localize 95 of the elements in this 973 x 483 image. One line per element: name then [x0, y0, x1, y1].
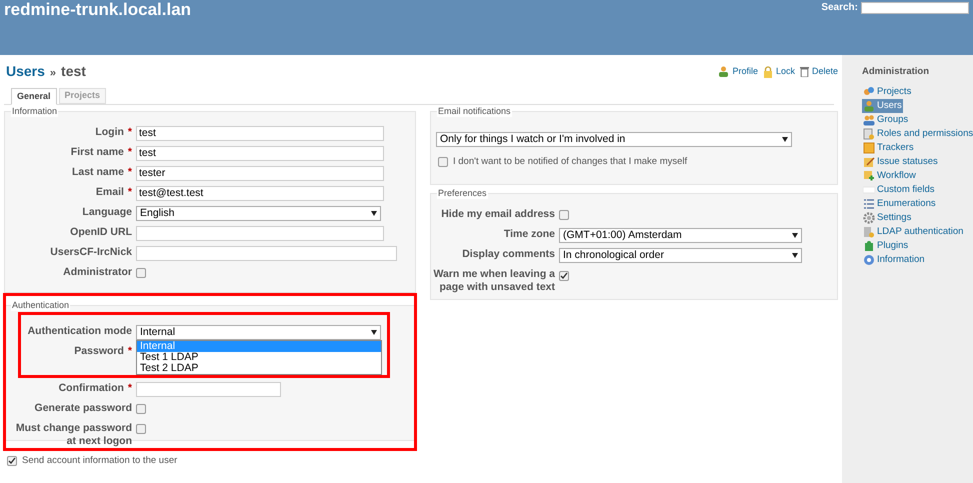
document-icon: [863, 128, 875, 140]
select-field[interactable]: Only for things I watch or I'm involved in: [436, 132, 792, 147]
field-label: Time zone: [504, 228, 555, 241]
action-link[interactable]: Delete: [812, 64, 838, 78]
checkbox[interactable]: [136, 404, 146, 414]
field-label: Confirmation: [58, 382, 124, 395]
sidebar-link[interactable]: Enumerations: [862, 197, 937, 212]
sidebar-title: Administration: [862, 65, 930, 79]
square-icon: [863, 142, 875, 154]
action-link[interactable]: Lock: [776, 64, 795, 78]
checkbox-label: I don't want to be notified of changes that I make myself: [453, 155, 688, 169]
sidebar-link[interactable]: Groups: [862, 113, 910, 128]
sidebar-link[interactable]: Trackers: [862, 141, 915, 156]
field-label: First name: [70, 146, 124, 159]
sidebar-link[interactable]: Users: [862, 99, 903, 114]
fieldset-legend: Preferences: [437, 187, 488, 199]
field-label: UsersCF-IrcNick: [50, 246, 132, 259]
sidebar-link[interactable]: Information: [862, 253, 926, 268]
caret-icon: [782, 137, 788, 142]
tab[interactable]: General: [11, 88, 57, 105]
field-label: Language: [82, 206, 132, 219]
select-field[interactable]: Internal: [136, 325, 381, 340]
field-label: Generate password: [34, 402, 132, 415]
sidebar-link[interactable]: Projects: [862, 85, 912, 100]
input-field[interactable]: test: [136, 126, 384, 141]
square-icon: [863, 170, 875, 182]
checkbox[interactable]: [438, 157, 448, 168]
input-field[interactable]: [136, 246, 397, 261]
field-label: OpenID URL: [70, 226, 132, 239]
caret-icon: [371, 330, 377, 335]
info-icon: [863, 254, 875, 266]
trash-icon: [800, 66, 809, 77]
sidebar-link[interactable]: Workflow: [862, 169, 917, 184]
checkbox-label: Send account information to the user: [22, 454, 178, 468]
sidebar-link[interactable]: Plugins: [862, 239, 910, 254]
caret-icon: [792, 253, 798, 258]
caret-icon: [792, 233, 798, 238]
input-field[interactable]: test@test.test: [136, 186, 384, 201]
field-label: Must change password at next logon: [14, 422, 132, 448]
sidebar-link[interactable]: Settings: [862, 211, 912, 226]
search-field[interactable]: [861, 2, 969, 14]
dropdown-option[interactable]: Test 1 LDAP: [137, 352, 381, 363]
breadcrumb-separator: »: [50, 66, 56, 81]
search-label: Search:: [821, 1, 858, 15]
select-field[interactable]: In chronological order: [559, 248, 802, 263]
input-field[interactable]: [136, 226, 384, 241]
input-field[interactable]: tester: [136, 166, 384, 181]
action-link[interactable]: Profile: [732, 64, 758, 78]
person-icon: [863, 100, 875, 112]
required-mark: *: [128, 382, 132, 395]
checkbox[interactable]: [136, 424, 146, 434]
site-title: redmine-trunk.local.lan: [4, 0, 192, 20]
select-field[interactable]: (GMT+01:00) Amsterdam: [559, 228, 802, 243]
checkbox[interactable]: [559, 210, 569, 220]
required-mark: *: [128, 126, 132, 139]
required-mark: *: [128, 146, 132, 159]
list-icon: [863, 198, 875, 210]
sidebar-link[interactable]: Roles and permissions: [862, 127, 973, 142]
field-label: Administrator: [63, 266, 132, 279]
field-label: Email: [96, 186, 124, 199]
dropdown-option[interactable]: Internal: [137, 341, 381, 352]
required-mark: *: [128, 166, 132, 179]
dropdown-option[interactable]: Test 2 LDAP: [137, 363, 381, 374]
sidebar-link[interactable]: Custom fields: [862, 183, 936, 198]
input-field[interactable]: [136, 382, 281, 397]
input-field[interactable]: test: [136, 146, 384, 161]
checkbox[interactable]: [7, 456, 17, 466]
document-icon: [863, 226, 875, 238]
page-title: test: [61, 62, 86, 81]
users-link[interactable]: Users: [6, 61, 45, 82]
caret-icon: [371, 211, 377, 216]
puzzle-icon: [863, 240, 875, 252]
fieldset-legend: Information: [11, 105, 58, 117]
pencil-icon: [863, 156, 875, 168]
field-label: Warn me when leaving a page with unsaved text: [432, 268, 555, 294]
required-mark: *: [128, 345, 132, 358]
field-label: Display comments: [462, 248, 555, 261]
field-label: Password: [74, 345, 124, 358]
checkbox[interactable]: [136, 268, 146, 278]
person-icon: [718, 66, 730, 77]
sidebar-link[interactable]: LDAP authentication: [862, 225, 964, 240]
lock-icon: [762, 66, 773, 78]
people-icon: [863, 114, 875, 126]
bar-icon: [863, 184, 875, 196]
sidebar-link[interactable]: Issue statuses: [862, 155, 939, 170]
checkbox[interactable]: [559, 271, 569, 281]
field-label: Login: [95, 126, 124, 139]
field-label: Last name: [72, 166, 124, 179]
field-label: Hide my email address: [441, 208, 555, 221]
select-field[interactable]: English: [136, 206, 381, 221]
fieldset-legend: Email notifications: [437, 105, 512, 117]
gear-icon: [863, 212, 875, 224]
required-mark: *: [128, 186, 132, 199]
field-label: Authentication mode: [28, 325, 132, 338]
fieldset-legend: Authentication: [11, 299, 70, 311]
